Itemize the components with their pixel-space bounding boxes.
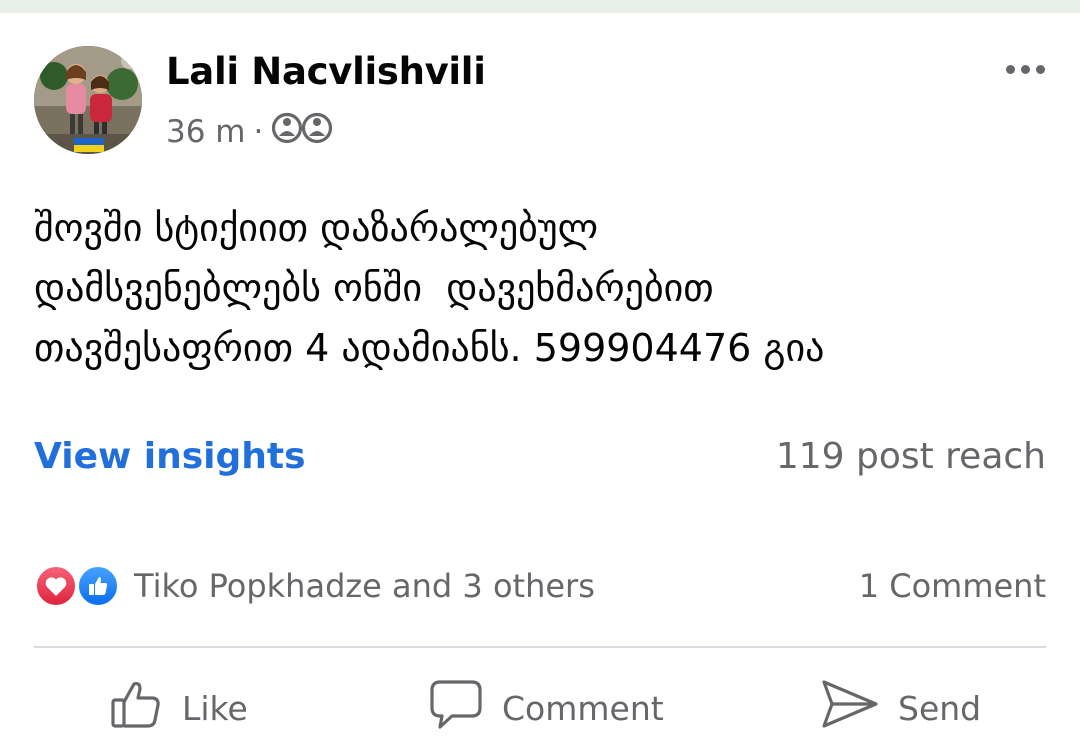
post-meta: 36 m · <box>166 112 333 152</box>
like-reaction-icon <box>76 564 120 608</box>
view-insights-link[interactable]: View insights <box>34 436 306 477</box>
post-reach: 119 post reach <box>775 436 1046 477</box>
divider <box>34 646 1046 648</box>
comment-button[interactable]: Comment <box>428 676 664 740</box>
reactions-summary[interactable]: Tiko Popkhadze and 3 others <box>134 567 595 605</box>
send-icon <box>820 676 880 740</box>
love-reaction-icon <box>34 564 78 608</box>
comments-count[interactable]: 1 Comment <box>859 562 1046 610</box>
post-text: შოვში სტიქიით დაზარალებულ დამსვენებლებს … <box>34 198 1044 378</box>
more-dot <box>1020 64 1030 74</box>
like-button[interactable]: Like <box>108 676 248 740</box>
thumbs-up-icon <box>108 676 164 740</box>
like-label: Like <box>182 688 248 728</box>
comment-label: Comment <box>502 688 664 728</box>
reaction-icons <box>34 562 126 610</box>
top-strip <box>0 0 1080 13</box>
post-time[interactable]: 36 m <box>166 114 246 150</box>
avatar-photo <box>34 46 142 154</box>
post-text-line: თავშესაფრით 4 ადამიანს. 599904476 გია <box>34 326 825 370</box>
post-text-line: შოვში სტიქიით დაზარალებულ <box>34 206 599 250</box>
send-button[interactable]: Send <box>820 676 981 740</box>
reactions-bar[interactable]: Tiko Popkhadze and 3 others <box>34 562 595 610</box>
comment-bubble-icon <box>428 676 484 740</box>
meta-separator: · <box>253 114 264 150</box>
more-dot <box>1035 64 1045 74</box>
author-avatar[interactable] <box>34 46 142 154</box>
more-dot <box>1005 64 1015 74</box>
author-name[interactable]: Lali Nacvlishvili <box>166 50 486 93</box>
post-text-line: დამსვენებლებს ონში დავეხმარებით <box>34 266 714 310</box>
more-options-icon[interactable] <box>998 55 1052 83</box>
friends-icon[interactable] <box>271 111 333 153</box>
send-label: Send <box>898 688 982 728</box>
